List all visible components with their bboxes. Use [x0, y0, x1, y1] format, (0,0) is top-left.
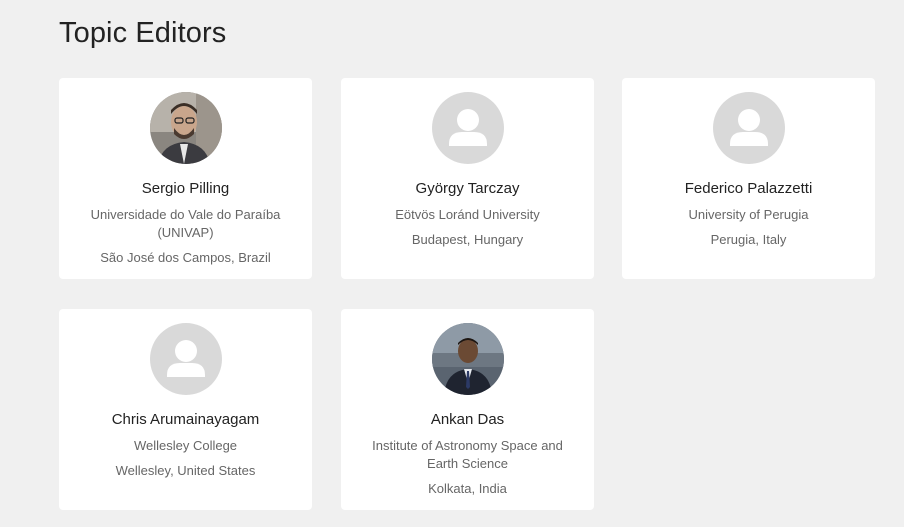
editor-name: Chris Arumainayagam [111, 411, 260, 428]
avatar [712, 92, 785, 164]
editor-name: Sergio Pilling [141, 180, 230, 197]
page-title: Topic Editors [59, 17, 227, 49]
user-placeholder-icon [149, 323, 222, 395]
avatar [149, 323, 222, 395]
editor-affiliation: Eötvös Loránd University [395, 207, 540, 222]
editor-location: Budapest, Hungary [411, 232, 524, 247]
editor-name: Ankan Das [430, 411, 505, 428]
editor-name: György Tarczay [415, 180, 520, 197]
avatar [431, 92, 504, 164]
user-placeholder-icon [431, 92, 504, 164]
editor-name: Federico Palazzetti [684, 180, 813, 197]
avatar [149, 92, 222, 164]
editor-card[interactable]: György Tarczay Eötvös Loránd University … [341, 78, 594, 279]
editor-location: Wellesley, United States [115, 463, 256, 478]
editor-location: Perugia, Italy [710, 232, 787, 247]
user-placeholder-icon [712, 92, 785, 164]
editor-affiliation: University of Perugia [688, 207, 809, 222]
editor-photo [149, 92, 222, 164]
editor-affiliation: Wellesley College [133, 438, 238, 453]
editor-affiliation: Institute of Astronomy Space and Earth S… [372, 438, 563, 471]
editor-location: Kolkata, India [428, 481, 507, 496]
editor-card[interactable]: Ankan Das Institute of Astronomy Space a… [341, 309, 594, 510]
editor-card[interactable]: Chris Arumainayagam Wellesley College We… [59, 309, 312, 510]
topic-editors-page: Topic Editors Sergio Pilling Universidad… [0, 0, 904, 527]
editor-card[interactable]: Federico Palazzetti University of Perugi… [622, 78, 875, 279]
editor-affiliation: Universidade do Vale do Paraíba (UNIVAP) [90, 207, 281, 240]
editor-card[interactable]: Sergio Pilling Universidade do Vale do P… [59, 78, 312, 279]
avatar [431, 323, 504, 395]
editor-photo [431, 323, 504, 395]
editor-location: São José dos Campos, Brazil [100, 250, 271, 265]
